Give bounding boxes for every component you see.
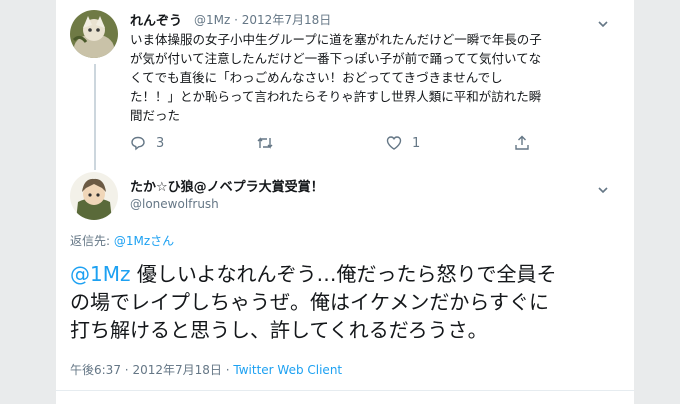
tweet-client-link[interactable]: Twitter Web Client xyxy=(233,363,342,377)
user-handle[interactable]: @1Mz xyxy=(194,13,230,27)
chevron-down-icon[interactable] xyxy=(598,180,608,194)
tweet-body: 優しいよなれんぞう…俺だったら怒りで全員そ の場でレイプしちゃうぜ。俺はイケメン… xyxy=(70,262,557,342)
like-count: 1 xyxy=(412,135,421,151)
divider xyxy=(56,390,634,391)
tweet-timestamp: 午後6:37 · 2012年7月18日 · Twitter Web Client xyxy=(70,361,342,378)
reply-button[interactable]: 3 xyxy=(130,135,164,151)
tweet-text: @1Mz 優しいよなれんぞう…俺だったら怒りで全員そ の場でレイプしちゃうぜ。俺… xyxy=(70,260,626,344)
retweet-icon xyxy=(256,135,274,151)
reply-icon xyxy=(130,135,146,151)
like-button[interactable]: 1 xyxy=(386,135,420,151)
reply-to-line: 返信先: @1Mzさん xyxy=(70,232,174,249)
tweet-time[interactable]: 午後6:37 xyxy=(70,363,121,377)
tweet-text: いま体操服の女子小中生グループに道を塞がれたんだけど一瞬で年長の子 が気が付いて… xyxy=(130,32,542,123)
avatar-renzou[interactable] xyxy=(70,10,118,58)
meta-separator: · xyxy=(124,363,129,377)
reply-count: 3 xyxy=(156,135,165,151)
avatar-takahirou[interactable] xyxy=(70,172,118,220)
thread-line xyxy=(94,64,96,170)
display-name[interactable]: れんぞう xyxy=(130,10,182,29)
retweet-button[interactable] xyxy=(256,135,284,151)
tweet-card: れんぞう @1Mz · 2012年7月18日 いま体操服の女子小中生グループに道… xyxy=(56,0,634,404)
meta-separator: · xyxy=(234,13,238,27)
tweet-date[interactable]: 2012年7月18日 xyxy=(242,13,331,27)
like-icon xyxy=(386,135,402,151)
tweet-date[interactable]: 2012年7月18日 xyxy=(132,363,221,377)
share-button[interactable] xyxy=(514,135,530,151)
reply-to-link[interactable]: @1Mzさん xyxy=(114,234,174,248)
meta-separator: · xyxy=(225,363,230,377)
display-name[interactable]: たか☆ひ狼@ノベプラ大賞受賞！ xyxy=(130,176,324,195)
tweet-meta: @1Mz · 2012年7月18日 xyxy=(194,11,331,28)
chevron-down-icon[interactable] xyxy=(598,14,608,28)
user-handle[interactable]: @lonewolfrush xyxy=(130,197,219,211)
reply-to-label: 返信先: xyxy=(70,234,111,248)
mention-link[interactable]: @1Mz xyxy=(70,262,130,286)
share-icon xyxy=(514,135,530,151)
